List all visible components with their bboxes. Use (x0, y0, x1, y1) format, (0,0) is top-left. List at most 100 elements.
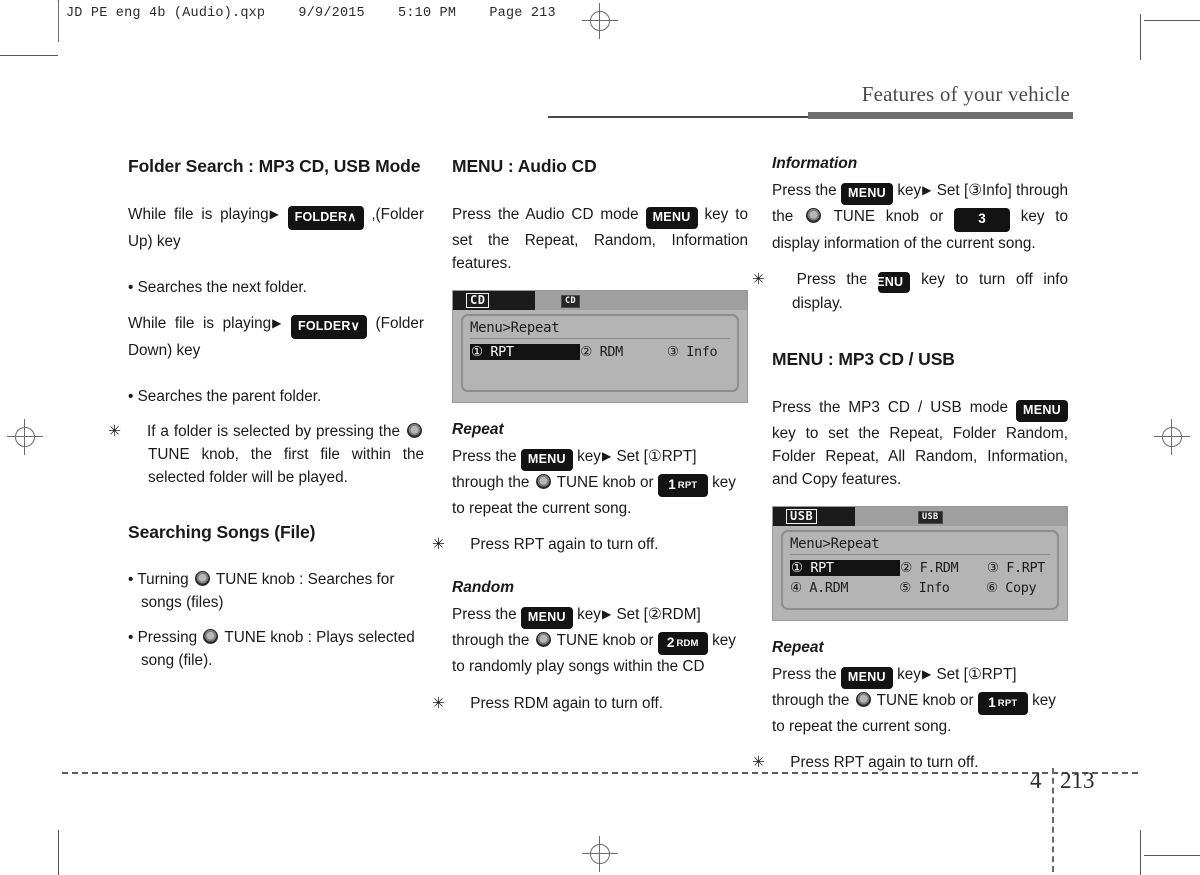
usb-display-menu-row-1: ① RPT ② F.RDM ③ F.RPT (790, 559, 1050, 576)
arrow-right-icon: ▶ (601, 448, 612, 463)
subheading-repeat-cd: Repeat (452, 420, 504, 438)
repeat-usb-d: TUNE knob or (876, 691, 974, 709)
heading-menu-mp3-usb: MENU : MP3 CD / USB (772, 348, 955, 369)
usb-display-frame: Menu>Repeat ① RPT ② F.RDM ③ F.RPT ④ A.RD… (781, 529, 1059, 610)
column-two: MENU : Audio CD Press the Audio CD mode … (432, 155, 748, 727)
cd-display-menu-row: ① RPT ② RDM ③ Info (470, 343, 730, 360)
folder-down-text-pre: While file is playing (128, 315, 272, 333)
tune-knob-icon (194, 571, 210, 587)
tune-knob-icon (805, 208, 821, 223)
cd-display-tab-label: CD (466, 292, 490, 308)
bullet-pressing-knob-a: • Pressing (128, 629, 198, 647)
information-d: TUNE knob or (833, 208, 944, 225)
rpt-key-badge[interactable]: 1 RPT (977, 691, 1028, 716)
menu-key-badge[interactable]: MENU (520, 448, 573, 471)
manual-page: JD PE eng 4b (Audio).qxp 9/9/2015 5:10 P… (0, 0, 1200, 875)
usb-display-figure: USB USB Menu>Repeat ① RPT ② F.RDM ③ F.RP… (772, 505, 1068, 621)
cd-menu-item-rdm[interactable]: ② RDM (580, 344, 667, 360)
note-information-a: Press the (796, 270, 868, 288)
mp3-usb-intro-b: key to set the Repeat, Folder Random, Fo… (772, 424, 1068, 489)
usb-menu-item-a-rdm[interactable]: ④ A.RDM (790, 580, 899, 596)
running-head-bar (808, 112, 1073, 119)
random-cd-d: TUNE knob or (556, 631, 654, 649)
information-b: key (897, 182, 922, 199)
subheading-information: Information (772, 155, 858, 172)
rdm-key-sublabel: RDM (676, 637, 699, 649)
running-head-title: Features of your vehicle (861, 82, 1070, 106)
repeat-cd-a: Press the (452, 447, 517, 465)
usb-menu-item-f-rdm[interactable]: ② F.RDM (900, 560, 987, 576)
tune-knob-icon (407, 423, 423, 439)
footer-page-number: 213 (1060, 768, 1095, 793)
note-folder-selected-b: TUNE knob, the first file within the sel… (148, 446, 424, 486)
prepress-header: JD PE eng 4b (Audio).qxp 9/9/2015 5:10 P… (66, 6, 556, 21)
note-random-cd: ✳ Press RDM again to turn off. (432, 693, 748, 716)
repeat-cd-d: TUNE knob or (556, 473, 654, 491)
rpt-key-badge[interactable]: 1 RPT (657, 473, 708, 498)
mp3-usb-intro: Press the MP3 CD / USB mode MENU key to … (772, 396, 1068, 492)
audio-cd-intro: Press the Audio CD mode MENU key to set … (452, 203, 748, 276)
menu-key-badge[interactable]: MENU (520, 606, 573, 629)
cd-display-tab: CD (453, 290, 535, 310)
random-cd-a: Press the (452, 605, 517, 623)
usb-display-tab: USB (773, 506, 855, 526)
folder-up-instruction: While file is playing▶ FOLDER∧ ,(Folder … (128, 203, 424, 253)
usb-menu-item-copy[interactable]: ⑥ Copy (986, 580, 1073, 596)
rpt-key-sublabel: RPT (677, 479, 698, 491)
folder-down-key-badge[interactable]: FOLDER∨ (291, 315, 367, 340)
cd-display-figure: CD CD Menu>Repeat ① RPT ② RDM ③ Info (452, 289, 748, 403)
cd-menu-item-rpt[interactable]: ① RPT (470, 343, 581, 360)
tune-knob-icon (203, 629, 219, 645)
bullet-next-folder: • Searches the next folder. (128, 279, 307, 297)
note-repeat-cd: ✳ Press RPT again to turn off. (432, 534, 748, 557)
registration-mark-right (1154, 419, 1190, 455)
menu-key-badge[interactable]: MENU (865, 271, 911, 294)
note-folder-selected: ✳ If a folder is selected by pressing th… (108, 421, 424, 489)
arrow-right-icon: ▶ (921, 666, 932, 681)
registration-mark-bottom (582, 836, 618, 872)
prepress-rule (58, 2, 59, 42)
menu-key-badge[interactable]: MENU (645, 207, 698, 230)
usb-display-menu-path: Menu>Repeat (790, 536, 1050, 555)
rdm-key-badge[interactable]: 2 RDM (657, 631, 708, 656)
random-cd-instruction: Press the MENU key▶ Set [②RDM] through t… (452, 603, 748, 679)
menu-key-badge[interactable]: MENU (1015, 399, 1068, 422)
heading-folder-search: Folder Search : MP3 CD, USB Mode (128, 156, 421, 176)
footer-divider (1052, 768, 1054, 872)
crop-mark-top-right-v (1140, 14, 1141, 60)
rpt-key-sublabel: RPT (997, 697, 1018, 709)
registration-mark-left (7, 419, 43, 455)
note-information: ✳ Press the MENU key to turn off info di… (752, 269, 1068, 316)
usb-menu-item-rpt[interactable]: ① RPT (790, 559, 901, 576)
random-cd-b: key (577, 605, 601, 623)
bullet-parent-folder: • Searches the parent folder. (128, 388, 322, 406)
folder-up-text-pre: While file is playing (128, 206, 269, 224)
folder-up-key-badge[interactable]: FOLDER∧ (287, 206, 364, 231)
bullet-turning-knob-a: • Turning (128, 571, 189, 589)
column-one: Folder Search : MP3 CD, USB Mode While f… (108, 155, 424, 685)
menu-key-badge[interactable]: MENU (841, 183, 894, 205)
note-repeat-cd-text: Press RPT again to turn off. (470, 536, 659, 554)
arrow-right-icon: ▶ (601, 606, 612, 621)
column-three: Information Press the MENU key▶ Set [③In… (752, 155, 1068, 787)
repeat-cd-instruction: Press the MENU key▶ Set [①RPT] through t… (452, 445, 748, 521)
asterisk-icon: ✳ (432, 694, 445, 712)
repeat-cd-b: key (577, 447, 601, 465)
info-key-badge[interactable]: 3 (954, 208, 1011, 232)
usb-display-titlebar: USB USB (773, 506, 1067, 526)
menu-key-badge[interactable]: MENU (840, 666, 893, 689)
crop-mark-bottom-left-v (58, 830, 59, 875)
usb-display-menu-row-2: ④ A.RDM ⑤ Info ⑥ Copy (790, 580, 1050, 596)
footer-chapter-number: 4 (1030, 768, 1042, 793)
asterisk-icon: ✳ (752, 270, 765, 288)
note-folder-selected-a: If a folder is selected by pressing the (146, 423, 401, 441)
asterisk-icon: ✳ (108, 423, 121, 441)
cd-menu-item-info[interactable]: ③ Info (667, 344, 754, 360)
bullet-turning-knob: • Turning TUNE knob : Searches for songs… (128, 569, 424, 615)
usb-menu-item-info[interactable]: ⑤ Info (899, 580, 986, 596)
usb-menu-item-f-rpt[interactable]: ③ F.RPT (987, 560, 1074, 576)
rdm-key-number: 2 (666, 634, 675, 650)
footer-rule (62, 772, 1138, 774)
arrow-right-icon: ▶ (922, 183, 932, 197)
running-head-rule (548, 116, 808, 118)
